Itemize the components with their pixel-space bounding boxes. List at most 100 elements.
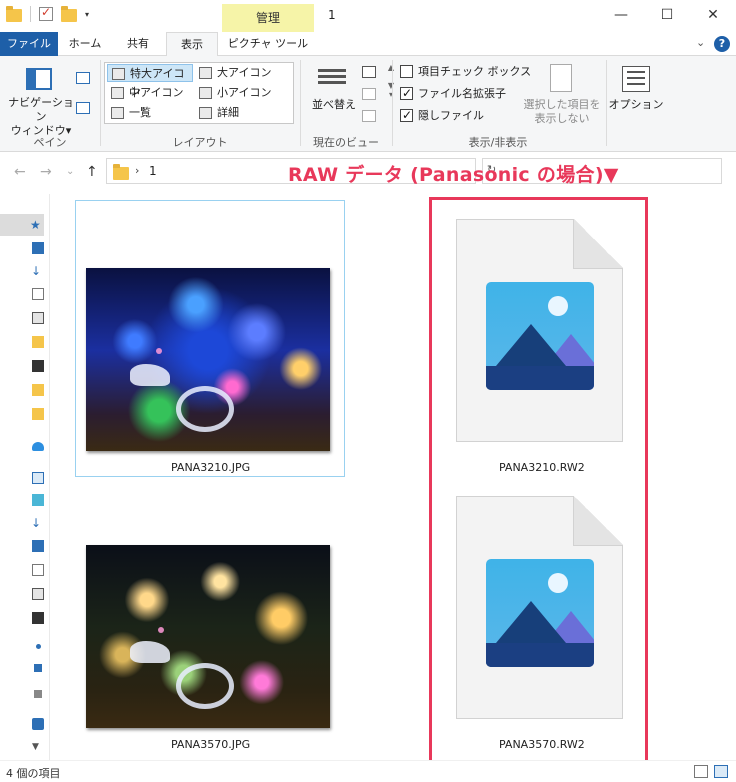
tab-share[interactable]: 共有 (112, 32, 164, 56)
documents-icon[interactable] (32, 564, 44, 576)
ribbon-collapse-icon[interactable]: ⌄ (696, 36, 705, 49)
address-path: 1 (149, 164, 157, 178)
help-icon[interactable]: ? (714, 36, 730, 52)
image-file-icon (486, 559, 594, 667)
medium-icons-icon (111, 87, 124, 99)
details-pane-icon[interactable] (76, 102, 90, 114)
close-button[interactable]: ✕ (690, 0, 736, 32)
layout-details[interactable]: 詳細 (195, 104, 281, 122)
hide-selected-button: 選択した項目を 表示しない (523, 98, 601, 125)
recent-locations-icon[interactable]: ⌄ (66, 166, 74, 177)
folder-icon[interactable] (32, 408, 44, 420)
checkbox-icon (400, 65, 413, 78)
layout-large-icons[interactable]: 大アイコン (195, 64, 281, 82)
navigation-pane: ★ ↓ ↓ ▼ (0, 194, 50, 760)
tab-picture-tools[interactable]: ピクチャ ツール (222, 32, 314, 56)
quick-access-toolbar: ▾ (6, 5, 89, 22)
layout-gallery: 特大アイコン 大アイコン 中アイコン 小アイコン 一覧 詳細 ▲ ▼ ▾ (104, 62, 394, 124)
tab-view[interactable]: 表示 (166, 32, 218, 57)
up-icon[interactable]: ↑ (86, 164, 98, 180)
network-icon[interactable] (32, 718, 44, 730)
group-label-layout: レイアウト (172, 136, 228, 149)
documents-icon[interactable] (32, 288, 44, 300)
photo-thumbnail[interactable] (86, 268, 330, 451)
ribbon-tabs: ファイル ホーム 共有 表示 ピクチャ ツール ⌄ ? (0, 32, 736, 57)
videos-icon[interactable] (32, 360, 44, 372)
desktop-icon[interactable] (32, 242, 44, 254)
status-bar: 4 個の項目 (0, 760, 736, 782)
large-icons-icon (199, 67, 212, 79)
drive-icon[interactable] (34, 690, 42, 698)
quick-access-icon[interactable]: ★ (30, 218, 42, 232)
videos-icon[interactable] (32, 612, 44, 624)
chevron-right-icon[interactable]: › (135, 164, 139, 177)
this-pc-icon[interactable] (32, 472, 44, 484)
downloads-icon[interactable]: ↓ (31, 516, 43, 530)
group-by-icon[interactable] (362, 66, 376, 78)
group-label-current-view: 現在のビュー (313, 136, 379, 149)
forward-icon[interactable]: → (40, 164, 52, 180)
layout-list[interactable]: 一覧 (107, 104, 193, 122)
layout-medium-icons[interactable]: 中アイコン (107, 84, 193, 102)
image-file-icon (486, 282, 594, 390)
file-name: PANA3210.RW2 (499, 461, 585, 474)
checkbox-icon (400, 107, 413, 123)
photo-thumbnail[interactable] (86, 545, 330, 728)
3d-objects-icon[interactable] (32, 494, 44, 506)
navigation-pane-icon[interactable] (26, 68, 52, 90)
list-icon (111, 107, 124, 119)
windows-drive-icon[interactable] (34, 664, 42, 672)
file-extension-toggle[interactable]: ファイル名拡張子 (400, 85, 506, 102)
sort-button[interactable]: 並べ替え (306, 98, 362, 112)
layout-small-icons[interactable]: 小アイコン (195, 84, 281, 102)
folder-icon (113, 164, 129, 180)
group-label-show-hide: 表示/非表示 (468, 136, 528, 149)
size-columns-icon (362, 110, 376, 122)
customize-qat-icon[interactable]: ▾ (85, 10, 89, 19)
downloads-icon[interactable]: ↓ (31, 264, 43, 278)
tab-home[interactable]: ホーム (60, 32, 110, 56)
checkbox-icon (400, 85, 413, 101)
maximize-button[interactable]: ☐ (644, 0, 690, 32)
pictures-icon[interactable] (32, 588, 44, 600)
large-icons-view-icon[interactable] (714, 765, 728, 778)
new-folder-icon[interactable] (61, 5, 77, 22)
details-view-icon[interactable] (694, 765, 708, 778)
annotation-label: RAW データ (Panasonic の場合)▼ (288, 164, 619, 186)
onedrive-icon[interactable] (32, 442, 44, 451)
minimize-button[interactable]: — (598, 0, 644, 32)
folder-icon[interactable] (32, 336, 44, 348)
pictures-icon[interactable] (32, 312, 44, 324)
layout-extra-large-icons[interactable]: 特大アイコン (107, 64, 193, 98)
file-name: PANA3570.JPG (171, 738, 251, 751)
manage-tab[interactable]: 管理 (222, 4, 314, 32)
tab-file[interactable]: ファイル (0, 32, 58, 56)
sort-icon[interactable] (318, 66, 346, 92)
hide-selected-icon (550, 64, 572, 92)
folder-icon[interactable] (6, 5, 22, 22)
group-label-pane: ペイン (33, 136, 67, 149)
add-columns-icon (362, 88, 376, 100)
folder-icon[interactable] (32, 384, 44, 396)
desktop-icon[interactable] (32, 540, 44, 552)
hidden-files-toggle[interactable]: 隠しファイル (400, 107, 484, 124)
scroll-down-icon[interactable]: ▼ (32, 742, 44, 754)
back-icon[interactable]: ← (14, 164, 26, 180)
extra-large-icons-icon (112, 68, 125, 80)
file-name: PANA3570.RW2 (499, 738, 585, 751)
options-icon[interactable] (622, 66, 650, 92)
title-bar: ▾ 管理 1 — ☐ ✕ (0, 0, 736, 32)
music-icon[interactable] (36, 644, 41, 649)
options-button[interactable]: オプション (608, 98, 664, 112)
layout-gallery-scroll[interactable]: ▲ ▼ ▾ (385, 63, 397, 123)
item-checkbox-toggle[interactable]: 項目チェック ボックス (400, 64, 531, 80)
navigation-pane-button[interactable]: ナビゲーション ウィンドウ▾ (4, 96, 78, 138)
window-title: 1 (328, 8, 336, 22)
file-name: PANA3210.JPG (171, 461, 251, 474)
details-icon (199, 107, 212, 119)
preview-pane-icon[interactable] (76, 72, 90, 84)
item-count: 4 個の項目 (6, 767, 61, 780)
ribbon: ナビゲーション ウィンドウ▾ ペイン 特大アイコン 大アイコン 中アイコン 小ア… (0, 56, 736, 152)
properties-icon[interactable] (39, 5, 53, 21)
small-icons-icon (199, 87, 212, 99)
